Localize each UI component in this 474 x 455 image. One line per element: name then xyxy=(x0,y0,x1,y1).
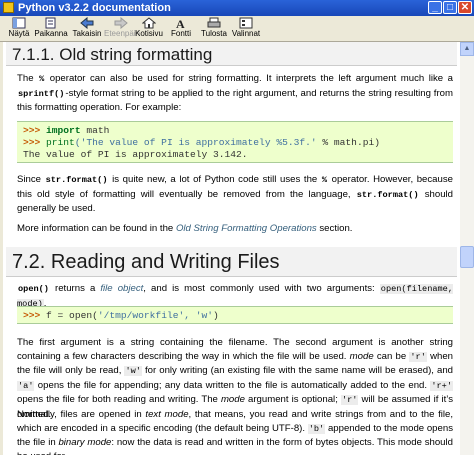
toolbar-locate-button[interactable]: Paikanna xyxy=(34,17,68,41)
window-title: Python v3.2.2 documentation xyxy=(18,2,171,14)
svg-text:A: A xyxy=(176,17,185,29)
section-heading-old-string-formatting: 7.1.1. Old string formatting xyxy=(6,42,457,66)
back-arrow-icon xyxy=(80,17,94,29)
home-icon xyxy=(142,17,156,29)
toolbar-show-label: Näytä xyxy=(8,29,30,38)
font-icon: A xyxy=(176,17,185,29)
locate-icon xyxy=(45,17,56,29)
scroll-up-button[interactable]: ▲ xyxy=(460,42,474,56)
toolbar-font-label: Fontti xyxy=(170,29,191,38)
section-heading-reading-writing-files: 7.2. Reading and Writing Files xyxy=(6,247,457,277)
toolbar-show-button[interactable]: Näytä xyxy=(2,17,36,41)
toolbar-home-label: Kotisivu xyxy=(134,29,163,38)
toolbar-options-label: Valinnat xyxy=(231,29,261,38)
code-example-open: >>> f = open('/tmp/workfile', 'w') xyxy=(17,306,453,324)
window-titlebar: Python v3.2.2 documentation _ □ ✕ xyxy=(0,0,474,16)
vertical-scrollbar[interactable]: ▲ xyxy=(460,42,474,455)
maximize-button[interactable]: □ xyxy=(443,1,457,14)
toolbar-back-button[interactable]: Takaisin xyxy=(70,17,104,41)
toolbar-options-button[interactable]: Valinnat xyxy=(229,17,263,41)
toolbar-print-label: Tulosta xyxy=(201,29,227,38)
old-string-formatting-link[interactable]: Old String Formatting Operations xyxy=(176,223,317,234)
options-icon xyxy=(239,17,253,29)
paragraph-old-formatting-intro: The % operator can also be used for stri… xyxy=(17,73,454,113)
toolbar-home-button[interactable]: Kotisivu xyxy=(132,17,166,41)
scroll-thumb[interactable] xyxy=(460,246,474,268)
toolbar-back-label: Takaisin xyxy=(72,29,102,38)
toolbar-font-button[interactable]: A Fontti xyxy=(164,17,198,41)
show-icon xyxy=(12,17,26,29)
paragraph-text-binary-mode: Normally, files are opened in text mode,… xyxy=(17,409,453,455)
close-button[interactable]: ✕ xyxy=(458,1,472,14)
toolbar: Näytä Paikanna Takaisin Eteenpäin Kotisi… xyxy=(0,16,474,42)
print-icon xyxy=(207,17,221,28)
file-object-link[interactable]: file object xyxy=(100,283,143,294)
forward-arrow-icon xyxy=(114,17,128,29)
toolbar-print-button[interactable]: Tulosta xyxy=(197,17,231,41)
paragraph-more-info: More information can be found in the Old… xyxy=(17,223,353,234)
minimize-button[interactable]: _ xyxy=(428,1,442,14)
help-app-icon xyxy=(3,2,14,13)
toolbar-locate-label: Paikanna xyxy=(34,29,68,38)
document-content: 7.1.1. Old string formatting The % opera… xyxy=(3,42,460,455)
code-example-math-pi: >>> import math >>> print('The value of … xyxy=(17,121,453,163)
paragraph-str-format-note: Since str.format() is quite new, a lot o… xyxy=(17,174,453,214)
